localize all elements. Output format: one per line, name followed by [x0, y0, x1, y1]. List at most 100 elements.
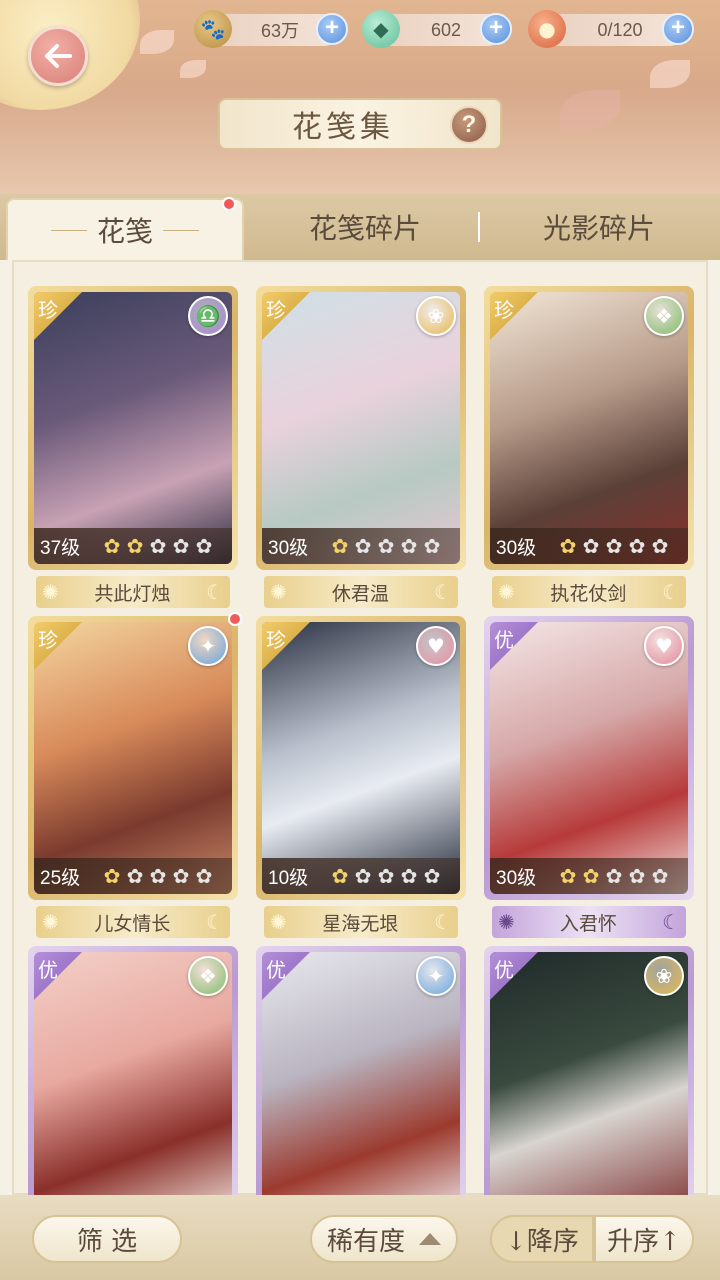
card-name-plate: ✺ 入君怀 ☾ [492, 906, 686, 938]
moon-icon: ☾ [662, 580, 680, 604]
star-rating: ✿ ✿ ✿ ✿ ✿ [330, 536, 442, 556]
star-rating: ✿ ✿ ✿ ✿ ✿ [102, 536, 214, 556]
star-rating: ✿ ✿ ✿ ✿ ✿ [558, 866, 670, 886]
tab-light-fragments[interactable]: 光影碎片 [484, 194, 714, 260]
sun-icon: ✺ [42, 910, 59, 934]
sun-icon: ✺ [498, 910, 515, 934]
card-item[interactable]: 珍 ❀ 30级 ✿ ✿ ✿ ✿ ✿ ✺ 休君温 ☾ [256, 286, 466, 610]
star-icon: ✿ [400, 534, 418, 558]
tab-bar: 花笺 花笺碎片 光影碎片 [0, 194, 720, 260]
petal-decoration [180, 60, 206, 78]
card-name: 星海无垠 [322, 912, 399, 935]
petal-decoration [650, 60, 690, 88]
back-button[interactable] [28, 26, 88, 86]
rarity-tag: 珍 [34, 622, 82, 670]
rarity-tag: 珍 [490, 292, 538, 340]
star-icon: ✿ [651, 534, 669, 558]
card-name-plate: ✺ 休君温 ☾ [264, 576, 458, 608]
card-frame: 优 ♥ 30级 ✿ ✿ ✿ ✿ ✿ [484, 616, 694, 900]
star-icon: ✿ [103, 864, 121, 888]
card-frame: 优 ❀ [484, 946, 694, 1230]
star-icon: ✿ [126, 534, 144, 558]
leaf-icon: ❖ [644, 296, 684, 336]
notification-dot [222, 197, 236, 211]
star-rating: ✿ ✿ ✿ ✿ ✿ [558, 536, 670, 556]
star-icon: ✿ [651, 864, 669, 888]
star-icon: ✿ [126, 864, 144, 888]
card-item[interactable]: 珍 ♥ 10级 ✿ ✿ ✿ ✿ ✿ ✺ 星海无垠 ☾ [256, 616, 466, 940]
mooncake-icon: ● [528, 10, 566, 48]
moon-icon: ☾ [434, 910, 452, 934]
flame-icon: ✦ [416, 956, 456, 996]
star-icon: ✿ [149, 864, 167, 888]
rarity-tag: 优 [34, 952, 82, 1000]
card-frame: 珍 ♎ 37级 ✿ ✿ ✿ ✿ ✿ [28, 286, 238, 570]
card-level: 30级 [496, 537, 537, 559]
card-item[interactable]: 珍 ❖ 30级 ✿ ✿ ✿ ✿ ✿ ✺ 执花仗剑 ☾ [484, 286, 694, 610]
star-icon: ✿ [400, 864, 418, 888]
card-item[interactable]: 珍 ♎ 37级 ✿ ✿ ✿ ✿ ✿ ✺ 共此灯烛 ☾ [28, 286, 238, 610]
rarity-sort-button[interactable]: 稀有度 [310, 1215, 458, 1263]
tab-separator [478, 212, 480, 242]
star-icon: ✿ [354, 534, 372, 558]
add-stamina-button[interactable]: + [662, 13, 694, 45]
tab-card-fragments[interactable]: 花笺碎片 [250, 194, 480, 260]
card-name-plate: ✺ 儿女情长 ☾ [36, 906, 230, 938]
sun-icon: ✺ [270, 580, 287, 604]
star-icon: ✿ [172, 864, 190, 888]
star-icon: ✿ [628, 534, 646, 558]
card-artwork: 珍 ❀ 30级 ✿ ✿ ✿ ✿ ✿ [262, 292, 460, 564]
card-name-plate: ✺ 星海无垠 ☾ [264, 906, 458, 938]
card-item[interactable]: 珍 ✦ 25级 ✿ ✿ ✿ ✿ ✿ ✺ 儿女情长 ☾ [28, 612, 242, 940]
card-name: 休君温 [331, 582, 389, 605]
heart-icon: ♥ [416, 626, 456, 666]
bottom-bar: 筛 选 稀有度 ↓降序 升序↑ [0, 1195, 720, 1280]
help-button[interactable]: ? [450, 106, 488, 144]
level-bar: 10级 ✿ ✿ ✿ ✿ ✿ [262, 858, 460, 894]
card-item[interactable]: 优 ♥ 30级 ✿ ✿ ✿ ✿ ✿ ✺ 入君怀 ☾ [484, 616, 694, 940]
star-icon: ✿ [423, 864, 441, 888]
star-icon: ✿ [103, 534, 121, 558]
resource-gems: ◆ 602 + [362, 10, 512, 48]
resource-coins: 🐾 63万 + [194, 10, 348, 48]
moon-icon: ☾ [206, 910, 224, 934]
star-icon: ✿ [195, 864, 213, 888]
libra-icon: ♎ [188, 296, 228, 336]
moon-icon: ☾ [434, 580, 452, 604]
card-artwork: 优 ❀ [490, 952, 688, 1224]
level-bar: 37级 ✿ ✿ ✿ ✿ ✿ [34, 528, 232, 564]
divider [50, 229, 87, 231]
add-gems-button[interactable]: + [480, 13, 512, 45]
ascending-button[interactable]: 升序↑ [594, 1215, 694, 1263]
star-icon: ✿ [628, 864, 646, 888]
rarity-tag: 珍 [262, 292, 310, 340]
star-icon: ✿ [354, 864, 372, 888]
level-bar: 25级 ✿ ✿ ✿ ✿ ✿ [34, 858, 232, 894]
triangle-up-icon [419, 1233, 441, 1245]
filter-button[interactable]: 筛 选 [32, 1215, 182, 1263]
star-icon: ✿ [331, 864, 349, 888]
star-icon: ✿ [377, 864, 395, 888]
rarity-tag: 优 [490, 622, 538, 670]
rarity-tag: 优 [490, 952, 538, 1000]
lotus-icon: ❀ [644, 956, 684, 996]
tab-flower-cards[interactable]: 花笺 [6, 198, 244, 260]
petal-decoration [560, 90, 620, 130]
descending-button[interactable]: ↓降序 [490, 1215, 594, 1263]
card-name-plate: ✺ 执花仗剑 ☾ [492, 576, 686, 608]
card-name: 入君怀 [559, 912, 617, 935]
card-name: 执花仗剑 [550, 582, 627, 605]
tab-label: 光影碎片 [542, 212, 655, 245]
page-title: 花笺集 [292, 110, 394, 145]
rarity-tag: 珍 [34, 292, 82, 340]
card-level: 37级 [40, 537, 81, 559]
card-artwork: 珍 ❖ 30级 ✿ ✿ ✿ ✿ ✿ [490, 292, 688, 564]
star-icon: ✿ [172, 534, 190, 558]
add-coins-button[interactable]: + [316, 13, 348, 45]
card-frame: 珍 ♥ 10级 ✿ ✿ ✿ ✿ ✿ [256, 616, 466, 900]
star-icon: ✿ [331, 534, 349, 558]
sun-icon: ✺ [270, 910, 287, 934]
card-artwork: 优 ♥ 30级 ✿ ✿ ✿ ✿ ✿ [490, 622, 688, 894]
title-plate: 花笺集 ? [218, 98, 502, 150]
notification-dot [228, 612, 242, 626]
